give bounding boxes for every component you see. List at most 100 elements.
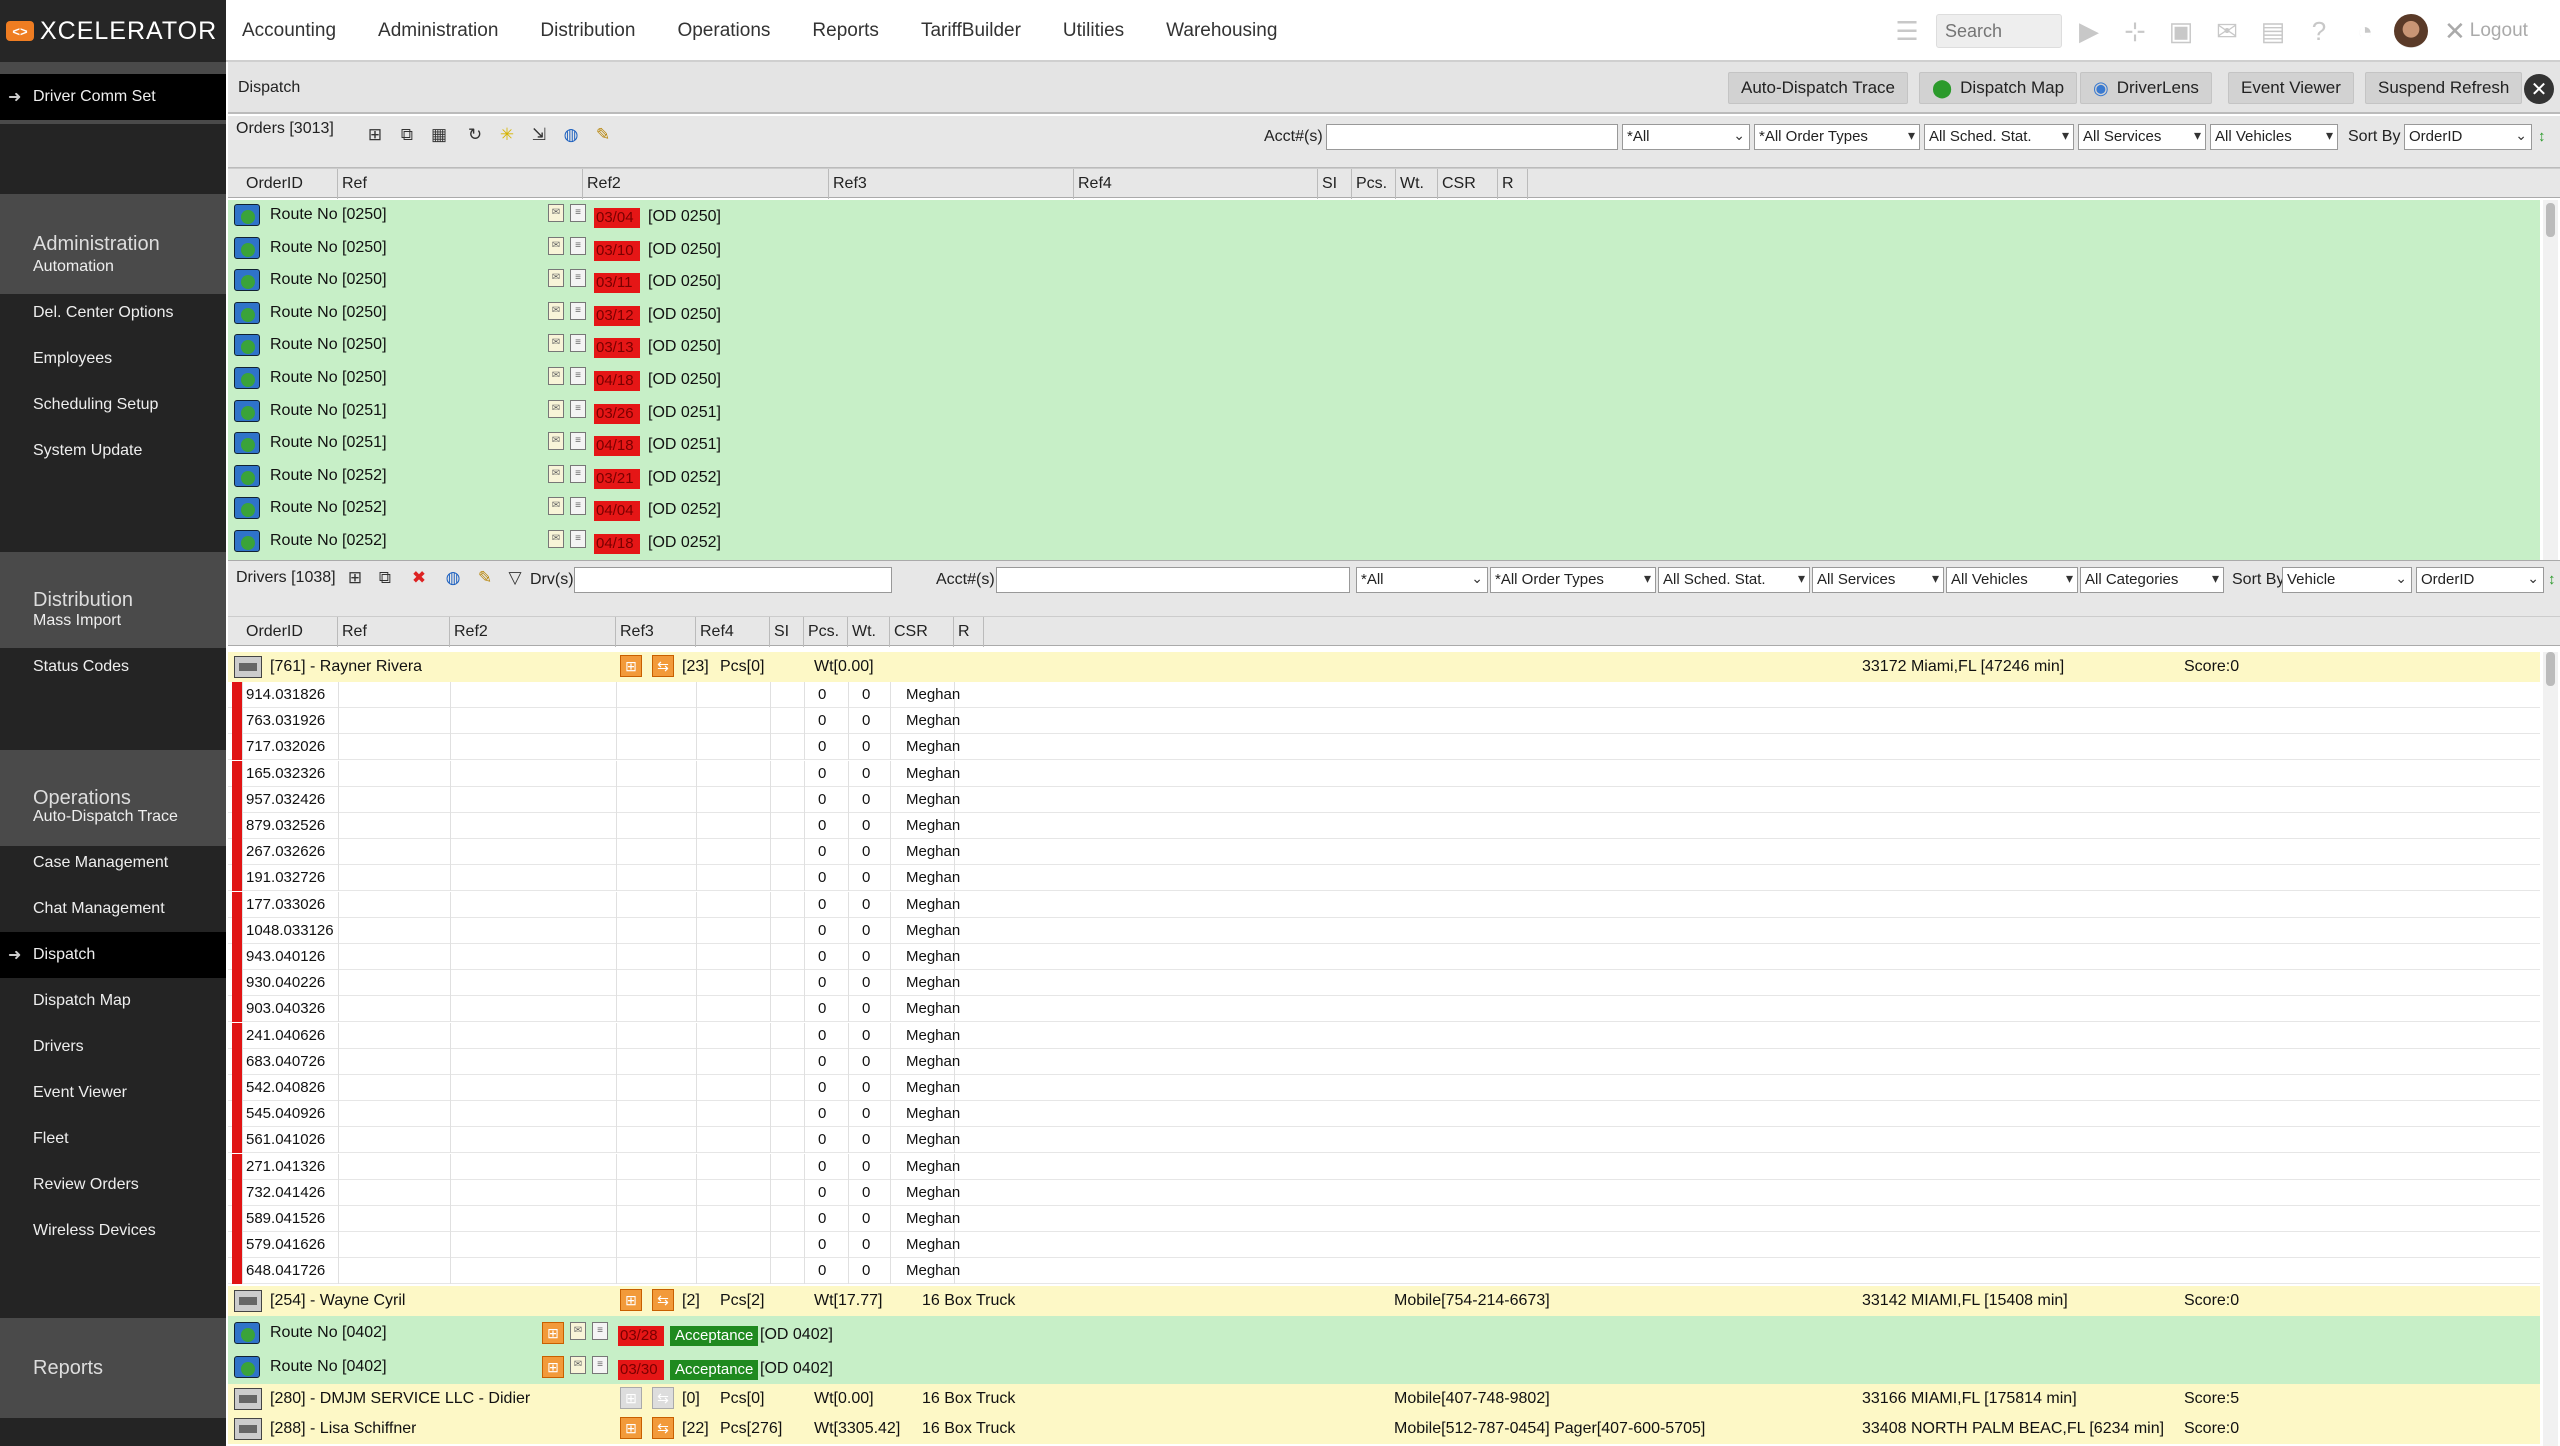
top-menu-item-operations[interactable]: Operations — [677, 20, 770, 42]
sidebar-item-system-update[interactable]: System Update — [0, 428, 226, 474]
doc-icon[interactable]: ≡ — [570, 432, 586, 451]
avatar[interactable] — [2394, 14, 2428, 48]
assign-icon[interactable]: ✎ — [592, 124, 614, 146]
note-icon[interactable]: ✉ — [548, 399, 564, 418]
globe-icon[interactable] — [234, 399, 260, 422]
vehicles-filter[interactable]: All Vehicles ▾ — [2210, 124, 2338, 150]
categories-filter[interactable]: All Categories ▾ — [2080, 567, 2224, 593]
stop-row[interactable]: 589.041526 0 0 Meghan — [228, 1206, 2540, 1232]
save-icon[interactable]: ▦ — [428, 124, 450, 146]
note-icon[interactable]: ✉ — [548, 204, 564, 222]
orders-col-orderid[interactable]: OrderID — [242, 169, 338, 199]
orders-col-r[interactable]: R — [1498, 169, 1528, 199]
export-icon[interactable]: ⇲ — [528, 124, 550, 146]
note-icon[interactable]: ✉ — [548, 301, 564, 320]
tree-icon[interactable]: ⊞ — [364, 124, 386, 146]
stop-row[interactable]: 903.040326 0 0 Meghan — [228, 996, 2540, 1023]
top-menu-item-utilities[interactable]: Utilities — [1063, 20, 1124, 42]
stop-row[interactable]: 683.040726 0 0 Meghan — [228, 1048, 2540, 1075]
order-row[interactable]: Route No [0250] ✉ ≡ 03/13 [OD 0250] — [228, 330, 2540, 362]
drivers-col-ref3[interactable]: Ref3 — [616, 617, 696, 647]
acct-input[interactable] — [1326, 124, 1618, 150]
drivers-col-r[interactable]: R — [954, 617, 984, 647]
sidebar-item-dispatch[interactable]: ➜ Dispatch — [0, 932, 226, 978]
note-icon[interactable]: ✉ — [548, 367, 564, 385]
globe-icon[interactable] — [234, 432, 260, 455]
stop-row[interactable]: 914.031826 0 0 Meghan — [228, 682, 2540, 708]
drivers-col-orderid[interactable]: OrderID — [242, 617, 338, 647]
orders-icon[interactable]: ⊞ — [542, 1356, 564, 1378]
stop-row[interactable]: 763.031926 0 0 Meghan — [228, 708, 2540, 735]
drivers-col-wt[interactable]: Wt. — [848, 617, 890, 647]
sort-by-secondary-select[interactable]: OrderID ⌄ — [2416, 567, 2544, 593]
globe-icon[interactable] — [234, 367, 260, 389]
stop-row[interactable]: 930.040226 0 0 Meghan — [228, 970, 2540, 997]
order-row[interactable]: Route No [0251] ✉ ≡ 03/26 [OD 0251] — [228, 396, 2540, 428]
order-row[interactable]: Route No [0252] ✉ ≡ 04/04 [OD 0252] — [228, 493, 2540, 525]
orders-col-si[interactable]: SI — [1318, 169, 1352, 199]
top-menu-item-administration[interactable]: Administration — [378, 20, 498, 42]
filter-icon[interactable]: ▽ — [504, 567, 526, 589]
top-menu-item-tariffbuilder[interactable]: TariffBuilder — [921, 20, 1021, 42]
assign-icon[interactable]: ✎ — [474, 567, 496, 589]
note-icon[interactable]: ✉ — [570, 1356, 586, 1374]
truck-icon[interactable] — [234, 656, 262, 678]
layout-icon[interactable]: ▣ — [2164, 14, 2198, 48]
sort-direction-icon[interactable]: ↕ — [2548, 571, 2556, 588]
stop-row[interactable]: 717.032026 0 0 Meghan — [228, 734, 2540, 761]
stop-row[interactable]: 165.032326 0 0 Meghan — [228, 760, 2540, 787]
globe-icon[interactable] — [234, 497, 260, 520]
note-icon[interactable]: ✉ — [548, 236, 564, 255]
globe-icon[interactable] — [234, 301, 260, 324]
note-icon[interactable]: ✉ — [548, 432, 564, 451]
order-row[interactable]: Route No [0250] ✉ ≡ 03/12 [OD 0250] — [228, 298, 2540, 330]
orders-col-wt[interactable]: Wt. — [1396, 169, 1438, 199]
sidebar-item-review-orders[interactable]: Review Orders — [0, 1162, 226, 1208]
star-icon[interactable]: ✳ — [496, 124, 518, 146]
doc-icon[interactable]: ≡ — [570, 399, 586, 418]
stop-row[interactable]: 943.040126 0 0 Meghan — [228, 944, 2540, 970]
doc-icon[interactable]: ≡ — [570, 497, 586, 516]
sidebar-item-wireless-devices[interactable]: Wireless Devices — [0, 1208, 226, 1254]
event-viewer-button[interactable]: Event Viewer — [2228, 72, 2354, 104]
transfer-icon[interactable]: ⇆ — [652, 1417, 674, 1439]
sitemap-icon[interactable]: ⊹ — [2118, 14, 2152, 48]
services-filter[interactable]: All Services ▾ — [1812, 567, 1944, 593]
tree-icon[interactable]: ⊞ — [344, 567, 366, 589]
copy-icon[interactable]: ⧉ — [374, 567, 396, 589]
doc-icon[interactable]: ≡ — [592, 1322, 608, 1340]
orders-col-ref2[interactable]: Ref2 — [583, 169, 829, 199]
sidebar-item-drivers[interactable]: Drivers — [0, 1024, 226, 1070]
stop-row[interactable]: 271.041326 0 0 Meghan — [228, 1153, 2540, 1180]
sidebar-item-dispatch-map[interactable]: Dispatch Map — [0, 978, 226, 1024]
transfer-icon[interactable]: ⇆ — [652, 1387, 674, 1409]
sidebar-section-reports[interactable]: Reports — [0, 1318, 226, 1418]
drivers-scrollbar[interactable] — [2543, 652, 2558, 1446]
drivers-col-ref2[interactable]: Ref2 — [450, 617, 616, 647]
sidebar-item-scheduling-setup[interactable]: Scheduling Setup — [0, 382, 226, 428]
acct-input[interactable] — [996, 567, 1350, 593]
stop-row[interactable]: 545.040926 0 0 Meghan — [228, 1101, 2540, 1128]
orders-col-ref3[interactable]: Ref3 — [829, 169, 1074, 199]
order-row[interactable]: Route No [0251] ✉ ≡ 04/18 [OD 0251] — [228, 428, 2540, 460]
orders-icon[interactable]: ⊞ — [542, 1322, 564, 1344]
note-icon[interactable]: ✉ — [548, 530, 564, 548]
top-menu-item-warehousing[interactable]: Warehousing — [1166, 20, 1277, 42]
orders-col-csr[interactable]: CSR — [1438, 169, 1498, 199]
list-view-icon[interactable]: ☰ — [1890, 14, 1924, 48]
globe-icon[interactable] — [234, 464, 260, 487]
stop-row[interactable]: 267.032626 0 0 Meghan — [228, 839, 2540, 866]
orders-icon[interactable]: ⊞ — [620, 1417, 642, 1439]
truck-icon[interactable] — [234, 1388, 262, 1410]
stop-row[interactable]: 648.041726 0 0 Meghan — [228, 1258, 2540, 1285]
sched-status-filter[interactable]: All Sched. Stat. ▾ — [1924, 124, 2074, 150]
note-icon[interactable]: ✉ — [548, 334, 564, 353]
mail-icon[interactable]: ✉ — [2210, 14, 2244, 48]
order-row[interactable]: Route No [0250] ✉ ≡ 04/18 [OD 0250] — [228, 363, 2540, 395]
scroll-thumb[interactable] — [2546, 203, 2555, 237]
order-type-filter[interactable]: *All Order Types ▾ — [1754, 124, 1920, 150]
stop-row[interactable]: 177.033026 0 0 Meghan — [228, 891, 2540, 918]
remove-icon[interactable]: ✖ — [408, 567, 430, 589]
sidebar-item-fleet[interactable]: Fleet — [0, 1116, 226, 1162]
doc-icon[interactable]: ≡ — [570, 269, 586, 288]
